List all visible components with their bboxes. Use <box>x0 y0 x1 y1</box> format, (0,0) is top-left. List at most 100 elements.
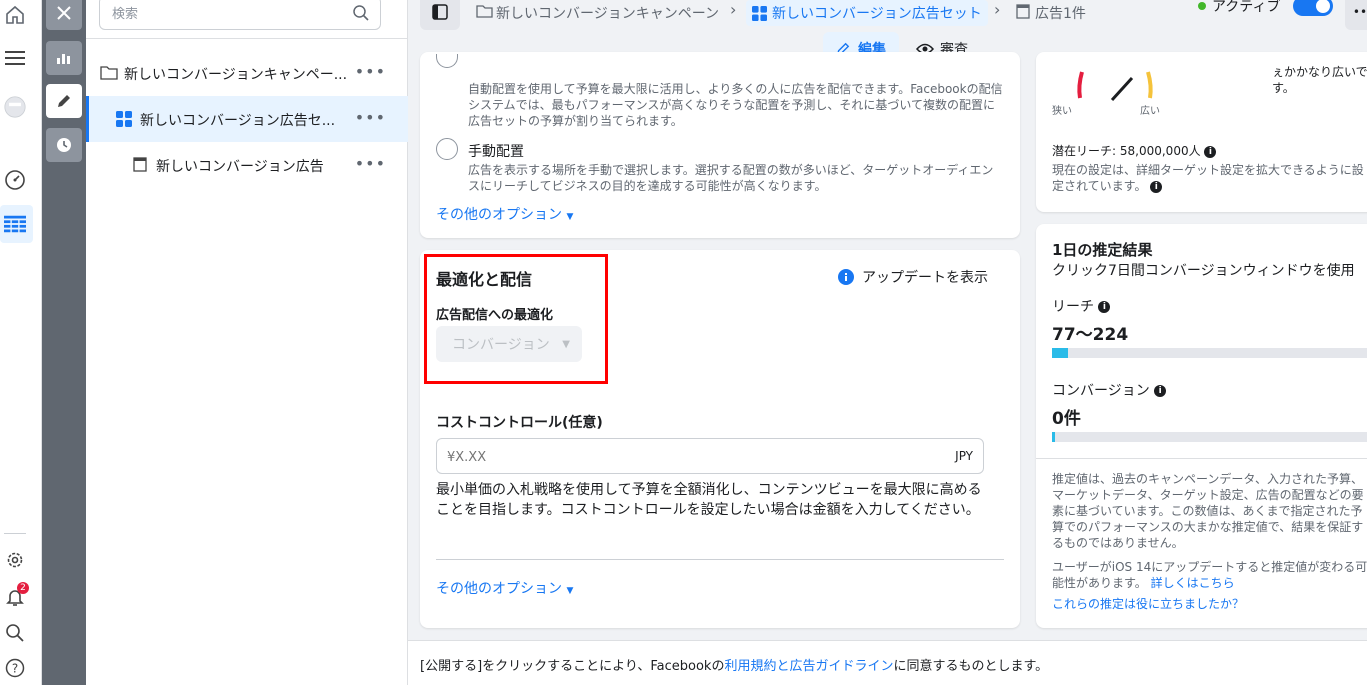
caret-down-icon: ▼ <box>566 586 574 596</box>
estimated-results-card: 1日の推定結果 クリック7日間コンバージョンウィンドウを使用 リーチ i 77〜… <box>1036 224 1367 628</box>
tree-search-box[interactable] <box>99 0 381 30</box>
ad-document-icon <box>1016 4 1030 23</box>
folder-icon <box>476 4 493 22</box>
menu-icon[interactable] <box>4 47 26 69</box>
learn-more-link[interactable]: 詳しくはこちら <box>1151 576 1235 590</box>
info-icon[interactable]: i <box>1204 145 1217 158</box>
audience-note-text: 現在の設定は、詳細ターゲット設定を拡大できるように設定されています。 <box>1052 163 1364 193</box>
placement-card: 自動配置を使用して予算を最大限に活用し、より多くの人に広告を配信できます。Fac… <box>420 52 1020 238</box>
potential-reach-label: 潜在リーチ: <box>1052 144 1117 158</box>
tree-item-campaign[interactable]: 新しいコンバージョンキャンペー... ••• <box>86 50 408 96</box>
more-options-icon[interactable]: ••• <box>355 62 386 81</box>
status-label: アクティブ <box>1212 0 1281 15</box>
terms-text: [公開する]をクリックすることにより、Facebookの利用規約と広告ガイドライ… <box>420 655 1048 674</box>
tree-divider <box>86 38 408 39</box>
more-options-icon[interactable]: ••• <box>355 154 386 173</box>
audience-note: 現在の設定は、詳細ターゲット設定を拡大できるように設定されています。 i <box>1052 162 1364 194</box>
cost-control-label: コストコントロール(任意) <box>436 415 603 431</box>
help-icon[interactable]: ? <box>4 657 26 679</box>
conversion-bar-fill <box>1052 432 1055 442</box>
conversion-value: 0件 <box>1052 409 1081 429</box>
show-update-label: アップデートを表示 <box>862 270 988 286</box>
toggle-sidebar-button[interactable] <box>420 0 460 30</box>
ios-note: ユーザーがiOS 14にアップデートすると推定値が変わる可能性があります。 詳し… <box>1052 559 1367 591</box>
ad-document-icon <box>133 157 147 176</box>
results-subtitle: クリック7日間コンバージョンウィンドウを使用 <box>1052 263 1355 279</box>
terms-text-before: [公開する]をクリックすることにより、Facebookの <box>420 659 725 674</box>
history-clock-button[interactable] <box>46 128 82 162</box>
show-update-link[interactable]: アップデートを表示 <box>838 267 988 287</box>
cost-control-input[interactable] <box>447 447 907 467</box>
svg-text:?: ? <box>12 662 18 676</box>
main-editor: 新しいコンバージョンキャンペーン › 新しいコンバージョン広告セット › 広告1… <box>408 0 1367 685</box>
audience-definition-card: 狭い 広い ぇかかなり広いです。 潜在リーチ: 58,000,000人 i 現在… <box>1036 52 1367 212</box>
more-options-icon[interactable]: ••• <box>355 108 386 127</box>
tree-search-input[interactable] <box>112 3 352 25</box>
more-options-label: その他のオプション <box>436 581 562 597</box>
manual-placement-radio[interactable] <box>436 138 458 160</box>
info-icon[interactable]: i <box>1098 301 1111 313</box>
tree-item-label: 新しいコンバージョンキャンペー... <box>124 67 346 83</box>
publish-terms-footer: [公開する]をクリックすることにより、Facebookの利用規約と広告ガイドライ… <box>408 640 1367 685</box>
search-icon[interactable] <box>4 622 26 644</box>
cost-control-field[interactable]: JPY <box>436 438 984 474</box>
close-editor-button[interactable] <box>46 0 82 30</box>
results-title: 1日の推定結果 <box>1052 241 1153 259</box>
breadcrumb-ad[interactable]: 広告1件 <box>1035 0 1086 26</box>
active-toggle[interactable] <box>1293 0 1333 16</box>
reach-bar <box>1052 348 1367 358</box>
breadcrumb-ad-set[interactable]: 新しいコンバージョン広告セット <box>746 0 988 26</box>
editor-tool-strip <box>42 0 86 685</box>
tree-item-label: 新しいコンバージョン広告 <box>156 159 324 175</box>
ad-set-grid-icon <box>752 5 767 21</box>
breadcrumb-ad-set-label: 新しいコンバージョン広告セット <box>772 6 982 22</box>
ads-manager-grid-icon[interactable] <box>4 213 26 235</box>
breadcrumb-campaign[interactable]: 新しいコンバージョンキャンペーン <box>496 0 719 26</box>
ad-set-grid-icon <box>116 111 132 131</box>
edit-pencil-button[interactable] <box>46 84 82 118</box>
reach-value: 77〜224 <box>1052 325 1129 345</box>
home-icon[interactable] <box>4 4 26 26</box>
performance-gauge-icon[interactable] <box>4 169 26 191</box>
nav-divider <box>4 533 26 534</box>
placement-more-options-link[interactable]: その他のオプション ▼ <box>436 204 573 224</box>
section-divider <box>436 559 1004 560</box>
info-icon <box>838 269 854 285</box>
terms-text-after: に同意するものとします。 <box>893 659 1049 674</box>
reach-label: リーチ <box>1052 299 1094 315</box>
terms-link[interactable]: 利用規約と広告ガイドライン <box>724 659 893 674</box>
tree-item-ad[interactable]: 新しいコンバージョン広告 ••• <box>86 142 408 188</box>
more-options-icon: •• <box>1352 5 1367 19</box>
account-avatar-icon[interactable] <box>4 96 26 118</box>
gauge-narrow-label: 狭い <box>1052 106 1072 117</box>
info-icon[interactable]: i <box>1150 180 1163 193</box>
auto-placement-radio[interactable] <box>436 54 458 68</box>
status-active-dot <box>1198 2 1206 10</box>
manual-placement-title: 手動配置 <box>468 144 524 160</box>
chevron-right-icon: › <box>994 0 1001 19</box>
search-icon <box>352 4 370 26</box>
results-divider <box>1036 458 1367 459</box>
charts-button[interactable] <box>46 41 82 75</box>
gauge-broad-label: 広い <box>1140 106 1160 117</box>
results-disclaimer: 推定値は、過去のキャンペーンデータ、入力された予算、マーケットデータ、ターゲット… <box>1052 472 1364 550</box>
global-nav-rail: 2 ? <box>0 0 42 685</box>
settings-gear-icon[interactable] <box>4 549 26 571</box>
notification-count-badge: 2 <box>17 582 29 594</box>
auto-placement-description: 自動配置を使用して予算を最大限に活用し、より多くの人に広告を配信できます。Fac… <box>468 82 1003 128</box>
reach-metric: リーチ i <box>1052 296 1111 316</box>
tree-item-ad-set[interactable]: 新しいコンバージョン広告セ... ••• <box>86 96 408 142</box>
folder-icon <box>100 65 118 84</box>
cost-control-description: 最小単価の入札戦略を使用して予算を全額消化し、コンテンツビューを最大限に高めるこ… <box>436 482 982 518</box>
more-actions-button[interactable]: •• <box>1345 0 1367 30</box>
more-options-label: その他のオプション <box>436 207 562 223</box>
estimates-helpful-link[interactable]: これらの推定は役に立ちましたか？ <box>1052 595 1244 612</box>
info-icon[interactable]: i <box>1154 385 1167 397</box>
tree-item-label: 新しいコンバージョン広告セ... <box>140 113 336 129</box>
manual-placement-description: 広告を表示する場所を手動で選択します。選択する配置の数が多いほど、ターゲットオー… <box>468 163 994 193</box>
conversion-bar <box>1052 432 1367 442</box>
chevron-right-icon: › <box>730 0 737 19</box>
optimization-more-options-link[interactable]: その他のオプション ▼ <box>436 578 573 598</box>
caret-down-icon: ▼ <box>566 212 574 222</box>
potential-reach: 潜在リーチ: 58,000,000人 i <box>1052 142 1217 159</box>
